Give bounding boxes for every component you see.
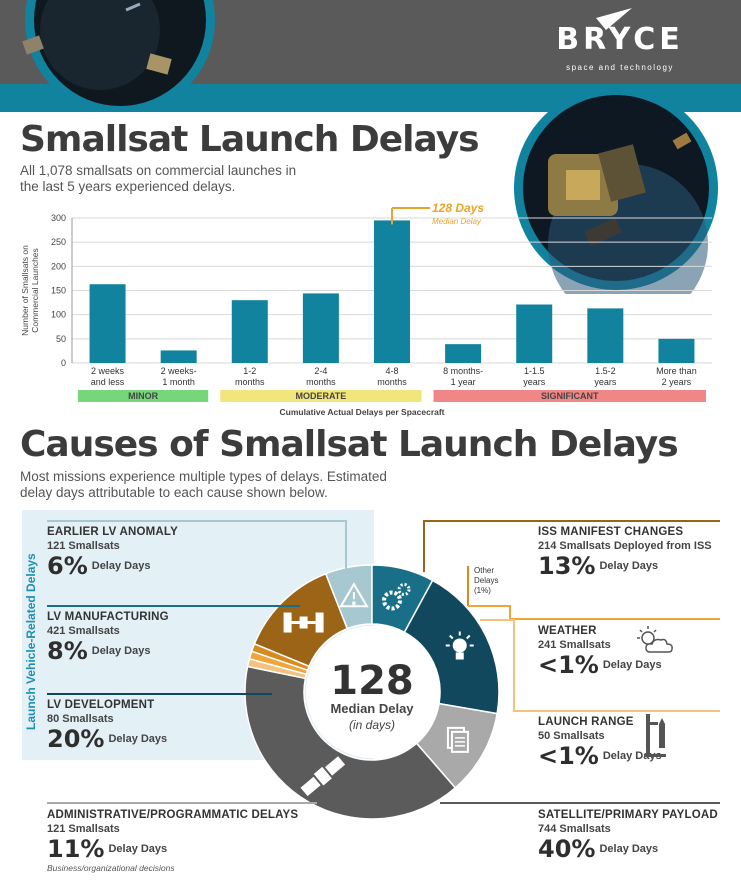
category-band-label: MINOR	[128, 391, 158, 401]
cause-earlier-lv-anomaly: EARLIER LV ANOMALY 121 Smallsats 6% Delay…	[47, 526, 178, 580]
bar	[374, 220, 410, 363]
cause-lv-manufacturing: LV MANUFACTURING 421 Smallsats 8% Delay D…	[47, 611, 169, 665]
cause-name: LV MANUFACTURING	[47, 611, 169, 623]
y-tick-label: 100	[51, 310, 66, 320]
category-band-label: MODERATE	[295, 391, 346, 401]
x-tick-label: 2-4 months	[306, 366, 336, 387]
bar	[445, 344, 482, 363]
section-title: Causes of Smallsat Launch Delays	[20, 424, 679, 465]
brand-name: BRYCE	[556, 22, 684, 57]
x-tick-label: 1.5-2 years	[594, 366, 617, 387]
median-annotation-value: 128 Days	[432, 201, 484, 215]
x-tick-label: More than 2 years	[656, 366, 697, 387]
documents-icon	[446, 726, 469, 753]
delay-bar-chart: 0 50 100 150 200 250 300 Number of Smallsats on…	[20, 201, 712, 417]
x-tick-label: 2 weeks and less	[91, 366, 125, 387]
subtitle-line: delay days attributable to each cause sh…	[20, 485, 328, 500]
x-tick-label: 1-2 months	[235, 366, 265, 387]
median-annotation-label: Median Delay	[432, 217, 482, 226]
cause-percent: 40%	[538, 835, 596, 863]
donut-segment	[403, 579, 500, 715]
cause-percent: <1%	[538, 651, 599, 679]
x-tick-label: 4-8 months	[377, 366, 407, 387]
delay-days-label: Delay Days	[91, 645, 151, 657]
cause-percent: 8%	[47, 637, 88, 665]
bar	[658, 338, 695, 363]
subtitle-line: the last 5 years experienced delays.	[20, 179, 236, 194]
cause-percent: 11%	[47, 835, 105, 863]
y-tick-label: 200	[51, 261, 66, 271]
cause-count: 744 Smallsats	[538, 823, 611, 835]
delay-days-label: Delay Days	[108, 843, 168, 855]
y-axis-label: Number of Smallsats onCommercial Launche…	[20, 245, 40, 336]
cause-count: 121 Smallsats	[47, 540, 120, 552]
cause-percent: 13%	[538, 552, 596, 580]
cause-administrative: ADMINISTRATIVE/PROGRAMMATIC DELAYS 121 S…	[47, 809, 298, 873]
cause-name: LV DEVELOPMENT	[47, 699, 155, 711]
section2-subtitle: Most missions experience multiple types …	[20, 469, 387, 501]
y-tick-label: 250	[51, 237, 66, 247]
section1-subtitle: All 1,078 smallsats on commercial launch…	[20, 163, 296, 195]
cause-iss-manifest: ISS MANIFEST CHANGES 214 Smallsats Deplo…	[538, 526, 712, 580]
lightbulb-icon	[445, 631, 474, 660]
brand-tagline: space and technology	[566, 63, 674, 72]
x-axis-label: Cumulative Actual Delays per Spacecraft	[279, 407, 444, 417]
cause-percent: 20%	[47, 725, 105, 753]
y-tick-label: 300	[51, 213, 66, 223]
cause-lv-development: LV DEVELOPMENT 80 Smallsats 20% Delay Day…	[47, 699, 167, 753]
subtitle-line: Most missions experience multiple types …	[20, 469, 387, 484]
bar	[89, 284, 126, 363]
cause-satellite-payload: SATELLITE/PRIMARY PAYLOAD 744 Smallsats …	[538, 809, 718, 863]
cause-count: 121 Smallsats	[47, 823, 120, 835]
delay-days-label: Delay Days	[599, 843, 659, 855]
lv-group-label: Launch Vehicle-Related Delays	[24, 553, 38, 730]
weather-icon	[637, 626, 673, 653]
gears-icon	[382, 583, 411, 611]
bar	[231, 300, 268, 363]
cause-count: 214 Smallsats Deployed from ISS	[538, 540, 712, 552]
delay-days-label: Delay Days	[602, 659, 662, 671]
connector-line	[468, 605, 720, 620]
cause-count: 421 Smallsats	[47, 625, 120, 637]
x-tick-label: 8 months-1 year	[443, 366, 483, 387]
bar	[302, 293, 339, 363]
cause-name: ADMINISTRATIVE/PROGRAMMATIC DELAYS	[47, 809, 299, 821]
cause-name: SATELLITE/PRIMARY PAYLOAD	[538, 809, 718, 821]
x-tick-label: 2 weeks-1 month	[161, 366, 197, 387]
subtitle-line: All 1,078 smallsats on commercial launch…	[20, 163, 297, 178]
y-tick-label: 150	[51, 286, 66, 296]
cause-percent: 6%	[47, 552, 88, 580]
donut-segment	[371, 564, 434, 634]
cause-note: Business/organizational decisions	[47, 863, 175, 873]
cause-percent: <1%	[538, 742, 599, 770]
cause-count: 80 Smallsats	[47, 713, 114, 725]
donut-segment	[415, 702, 499, 789]
x-tick-label: 1-1.5 years	[523, 366, 546, 387]
y-tick-label: 50	[56, 334, 66, 344]
cause-name: ISS MANIFEST CHANGES	[538, 526, 684, 538]
category-band-label: SIGNIFICANT	[541, 391, 599, 401]
satellite-icon	[300, 756, 346, 797]
bar	[516, 304, 553, 363]
other-delays-label: Other Delays (1%)	[474, 566, 499, 595]
launch-range-icon	[644, 714, 666, 757]
page-title: Smallsat Launch Delays	[20, 119, 480, 160]
bar	[160, 350, 197, 363]
brand: BRYCE space and technology	[520, 22, 720, 72]
y-tick-label: 0	[61, 358, 66, 368]
cause-name: EARLIER LV ANOMALY	[47, 526, 178, 538]
delay-days-label: Delay Days	[108, 733, 168, 745]
bar	[587, 308, 624, 363]
delay-days-label: Delay Days	[91, 560, 151, 572]
delay-days-label: Delay Days	[599, 560, 659, 572]
